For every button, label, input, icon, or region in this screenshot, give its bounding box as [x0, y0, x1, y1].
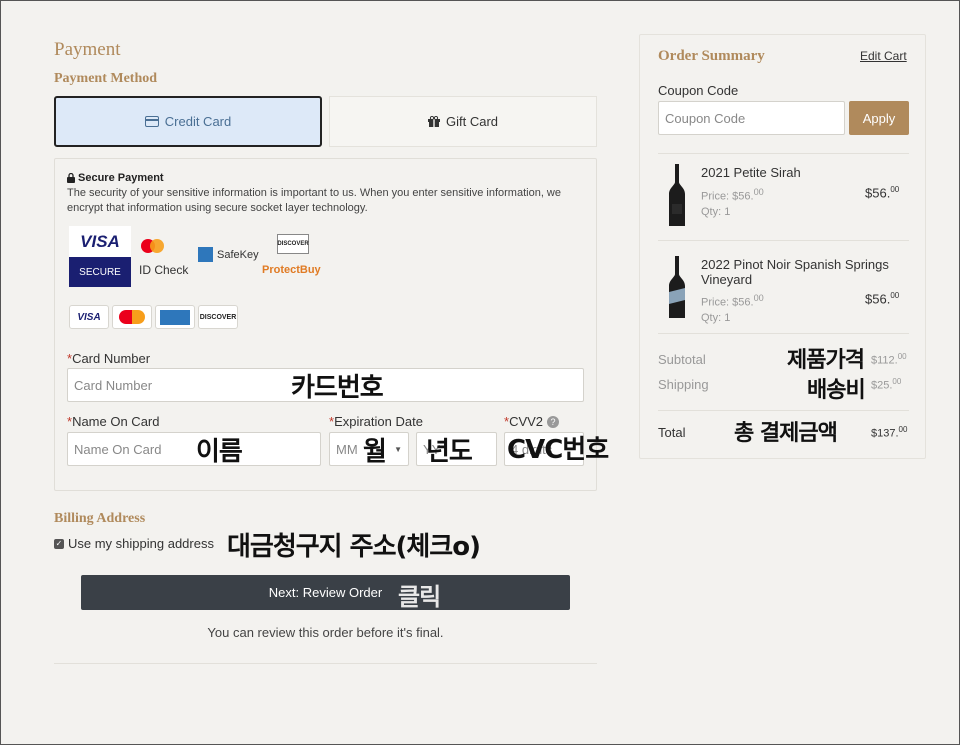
tab-gift-card[interactable]: Gift Card — [329, 96, 597, 147]
annotation-shipping: 배송비 — [807, 378, 866, 403]
cart-item-unit-price: Price: $56.00 — [701, 187, 764, 203]
help-icon[interactable]: ? — [547, 415, 560, 428]
expiration-date-label: *Expiration Date — [329, 414, 423, 429]
annotation-year: 년도 — [426, 437, 473, 467]
discover-small-logo: DISCOVER — [277, 234, 309, 254]
safekey-label: SafeKey — [217, 248, 259, 261]
credit-card-icon — [144, 116, 159, 127]
wine-bottle-image — [669, 256, 685, 318]
mastercard-icon — [119, 310, 145, 324]
wine-bottle-image — [669, 164, 685, 226]
divider — [658, 153, 909, 154]
apply-coupon-button[interactable]: Apply — [849, 101, 909, 135]
annotation-click: 클릭 — [398, 583, 441, 611]
gift-icon — [427, 115, 440, 127]
annotation-month: 월 — [363, 437, 387, 467]
annotation-billing: 대금청구지 주소(체크o) — [227, 532, 481, 562]
coupon-code-input[interactable]: Coupon Code — [658, 101, 845, 135]
cart-item-details: Price: $56.00 Qty: 1 — [701, 291, 764, 326]
cart-item-qty: Qty: 1 — [701, 311, 731, 324]
card-number-label: *Card Number — [67, 351, 150, 366]
edit-cart-link[interactable]: Edit Cart — [860, 49, 907, 63]
name-on-card-label: *Name On Card — [67, 414, 159, 429]
next-review-order-button[interactable]: Next: Review Order — [81, 575, 570, 610]
chevron-down-icon: ▼ — [394, 444, 402, 454]
annotation-card-number: 카드번호 — [291, 373, 384, 403]
billing-address-heading: Billing Address — [54, 511, 146, 526]
divider — [658, 240, 909, 241]
amex-icon — [198, 247, 213, 262]
amex-logo — [155, 305, 195, 329]
amex-safekey-badge: SafeKey — [198, 247, 259, 262]
cart-item-name: 2022 Pinot Noir Spanish Springs Vineyard — [701, 257, 889, 287]
card-number-label-text: Card Number — [72, 351, 151, 366]
cart-item-name: 2021 Petite Sirah — [701, 165, 801, 180]
secure-payment-title: Secure Payment — [78, 172, 164, 184]
divider — [658, 333, 909, 334]
shipping-amount: $25.00 — [871, 377, 902, 392]
secure-payment-text: The security of your sensitive informati… — [67, 187, 561, 214]
expiration-month-value: MM — [336, 441, 358, 457]
divider — [658, 410, 909, 411]
mastercard-icon — [139, 237, 194, 255]
review-note: You can review this order before it's fi… — [207, 625, 444, 640]
tab-gift-card-label: Gift Card — [445, 114, 498, 129]
tab-credit-card-label: Credit Card — [164, 114, 232, 129]
id-check-label: ID Check — [139, 263, 189, 277]
visa-secure-badge: VISA SECURE — [69, 226, 131, 287]
secure-payment-heading: Secure Payment — [67, 172, 164, 184]
total-label: Total — [658, 425, 686, 440]
payment-method-heading: Payment Method — [54, 71, 158, 86]
protectbuy-label: ProtectBuy — [262, 264, 321, 276]
subtotal-label: Subtotal — [658, 352, 706, 367]
annotation-cvc: CVC번호 — [507, 435, 609, 465]
annotation-subtotal: 제품가격 — [787, 348, 865, 373]
total-amount: $137.00 — [871, 425, 908, 440]
discover-logo: DISCOVER — [198, 305, 238, 329]
order-summary-heading: Order Summary — [658, 48, 765, 64]
divider — [54, 663, 597, 664]
use-shipping-address-checkbox[interactable]: ✓ Use my shipping address — [54, 536, 214, 551]
shipping-label: Shipping — [658, 377, 709, 392]
expiration-date-label-text: Expiration Date — [334, 414, 423, 429]
cart-item-total: $56.00 — [865, 291, 900, 307]
lock-icon — [67, 173, 75, 183]
page-title: Payment — [54, 39, 121, 60]
cart-item-qty: Qty: 1 — [701, 205, 731, 218]
tab-credit-card[interactable]: Credit Card — [54, 96, 322, 147]
annotation-name: 이름 — [196, 437, 243, 467]
cvv-label: *CVV2 ? — [504, 414, 560, 429]
mastercard-logo — [112, 305, 152, 329]
discover-protectbuy-badge: DISCOVER ProtectBuy — [262, 234, 327, 276]
coupon-code-label: Coupon Code — [658, 83, 739, 98]
use-shipping-address-label: Use my shipping address — [68, 536, 214, 551]
cvv-label-text: CVV2 — [509, 414, 544, 429]
name-on-card-input[interactable]: Name On Card — [67, 432, 321, 466]
cart-item-unit-price: Price: $56.00 — [701, 293, 764, 309]
subtotal-amount: $112.00 — [871, 352, 907, 367]
annotation-total: 총 결제금액 — [734, 421, 838, 446]
name-on-card-label-text: Name On Card — [72, 414, 160, 429]
checkbox-checked-icon[interactable]: ✓ — [54, 538, 64, 549]
cart-item-total: $56.00 — [865, 185, 900, 201]
amex-icon — [160, 309, 190, 325]
visa-secure-bottom: SECURE — [69, 257, 131, 287]
visa-logo: VISA — [69, 305, 109, 329]
mastercard-id-check-badge: ID Check — [139, 237, 194, 277]
visa-secure-top: VISA — [69, 226, 131, 257]
cart-item-details: Price: $56.00 Qty: 1 — [701, 185, 764, 220]
